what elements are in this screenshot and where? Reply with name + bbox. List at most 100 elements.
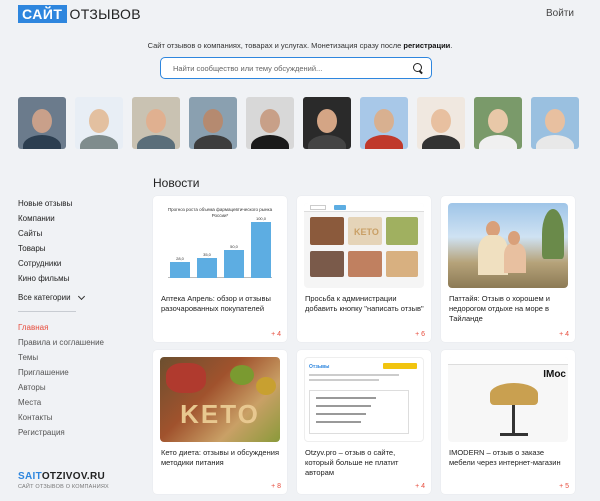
sidebar-item[interactable]: Места <box>18 395 128 410</box>
login-link[interactable]: Войти <box>546 8 574 19</box>
chart-bar <box>224 250 244 278</box>
chart-bar <box>251 222 271 278</box>
tagline-text: Сайт отзывов о компаниях, товарах и услу… <box>147 41 404 50</box>
avatar-strip <box>18 97 579 149</box>
thumb-keto-text: KETO <box>354 227 379 237</box>
avatar-body <box>422 135 460 149</box>
avatar-body <box>365 135 403 149</box>
logo-box: САЙТ <box>18 5 67 23</box>
news-card-count: + 4 <box>415 483 425 490</box>
avatar-body <box>137 135 175 149</box>
search-box[interactable] <box>160 57 432 79</box>
news-card-title[interactable]: IMODERN – отзыв о заказе мебели через ин… <box>449 448 569 468</box>
sidebar-divider <box>18 311 76 312</box>
news-card-title[interactable]: Кето диета: отзывы и обсуждения методики… <box>161 448 281 468</box>
sidebar-item[interactable]: Кино фильмы <box>18 271 128 286</box>
footer-logo[interactable]: SAITOTZIVOV.RU САЙТ ОТЗЫВОВ О КОМПАНИЯХ <box>18 471 109 490</box>
avatar-head <box>203 109 223 133</box>
avatar-body <box>251 135 289 149</box>
sidebar-item[interactable]: Компании <box>18 211 128 226</box>
news-card-count: + 6 <box>415 331 425 338</box>
news-card-request[interactable]: KETO Просьба к администрации добавить кн… <box>297 196 431 342</box>
avatar-head <box>89 109 109 133</box>
all-categories-toggle[interactable]: Все категории <box>18 290 128 305</box>
footer-logo-accent: SAIT <box>18 471 42 482</box>
news-thumb-chart: Прогноз роста объема фармацевтического р… <box>160 203 280 288</box>
sidebar-item[interactable]: Авторы <box>18 380 128 395</box>
chart-bar-label: 50,0 <box>230 244 238 249</box>
avatar[interactable] <box>417 97 465 149</box>
avatar-head <box>146 109 166 133</box>
avatar-body <box>308 135 346 149</box>
site-logo[interactable]: САЙТ ОТЗЫВОВ <box>18 5 141 23</box>
news-title: Новости <box>153 176 200 190</box>
news-card-otzyvpro[interactable]: Отзывы Otzyv.pro – отзыв о сайте, которы… <box>297 350 431 494</box>
news-card-title[interactable]: Паттайя: Отзыв о хорошем и недорогом отд… <box>449 294 569 324</box>
chart-bar-label: 35,0 <box>203 252 211 258</box>
avatar[interactable] <box>189 97 237 149</box>
sidebar-item[interactable]: Регистрация <box>18 425 128 440</box>
sidebar: Новые отзывы Компании Сайты Товары Сотрудник… <box>18 196 128 440</box>
thumb-toolbar <box>304 203 424 212</box>
news-thumb-screenshot: KETO <box>304 203 424 288</box>
avatar[interactable] <box>18 97 66 149</box>
thumb-imodern-brand: IMoc <box>543 369 566 380</box>
news-card-count: + 5 <box>559 483 569 490</box>
sidebar-item[interactable]: Сайты <box>18 226 128 241</box>
news-card-pattaya[interactable]: Паттайя: Отзыв о хорошем и недорогом отд… <box>441 196 575 342</box>
news-card-count: + 4 <box>271 331 281 338</box>
avatar[interactable] <box>531 97 579 149</box>
news-card-apteka[interactable]: Прогноз роста объема фармацевтического р… <box>153 196 287 342</box>
avatar[interactable] <box>132 97 180 149</box>
chevron-down-icon[interactable] <box>77 292 85 300</box>
avatar-body <box>536 135 574 149</box>
news-thumb-keto: KETO <box>160 357 280 442</box>
avatar-body <box>194 135 232 149</box>
sidebar-item[interactable]: Контакты <box>18 410 128 425</box>
search-input[interactable] <box>173 63 413 73</box>
all-categories-label[interactable]: Все категории <box>18 290 71 305</box>
news-card-title[interactable]: Otzyv.pro – отзыв о сайте, который больш… <box>305 448 425 478</box>
avatar[interactable] <box>474 97 522 149</box>
footer-logo-text: OTZIVOV.RU <box>41 471 106 482</box>
sidebar-item[interactable]: Приглашение <box>18 365 128 380</box>
sidebar-item[interactable]: Правила и соглашение <box>18 335 128 350</box>
chart-bar <box>170 262 190 278</box>
news-thumb-beach <box>448 203 568 288</box>
sidebar-item[interactable]: Темы <box>18 350 128 365</box>
news-card-title[interactable]: Аптека Апрель: обзор и отзывы разочарова… <box>161 294 281 314</box>
avatar[interactable] <box>360 97 408 149</box>
news-card-imodern[interactable]: IMoc IMODERN – отзыв о заказе мебели чер… <box>441 350 575 494</box>
sidebar-item[interactable]: Товары <box>18 241 128 256</box>
footer-logo-main: SAITOTZIVOV.RU <box>18 471 109 482</box>
sidebar-item[interactable]: Сотрудники <box>18 256 128 271</box>
keto-word: KETO <box>180 399 260 429</box>
news-card-keto[interactable]: KETO Кето диета: отзывы и обсуждения мет… <box>153 350 287 494</box>
avatar-body <box>479 135 517 149</box>
sidebar-item-home[interactable]: Главная <box>18 320 128 335</box>
news-card-count: + 4 <box>559 331 569 338</box>
search-icon[interactable] <box>413 63 423 73</box>
sidebar-item[interactable]: Новые отзывы <box>18 196 128 211</box>
thumb-otzyv-brand: Отзывы <box>309 364 330 370</box>
avatar[interactable] <box>75 97 123 149</box>
news-card-title[interactable]: Просьба к администрации добавить кнопку … <box>305 294 425 314</box>
news-thumb-otzyvpro: Отзывы <box>304 357 424 442</box>
avatar-head <box>374 109 394 133</box>
chart-bar-label: 100,0 <box>255 216 266 221</box>
avatar[interactable] <box>303 97 351 149</box>
news-card-count: + 8 <box>271 483 281 490</box>
avatar-body <box>23 135 61 149</box>
registration-link[interactable]: регистрации <box>403 41 450 50</box>
avatar-head <box>260 109 280 133</box>
avatar-head <box>32 109 52 133</box>
chart-bar <box>197 258 217 278</box>
avatar-head <box>317 109 337 133</box>
footer-logo-sub: САЙТ ОТЗЫВОВ О КОМПАНИЯХ <box>18 484 109 490</box>
avatar-body <box>80 135 118 149</box>
avatar-head <box>545 109 565 133</box>
avatar-head <box>431 109 451 133</box>
avatar-head <box>488 109 508 133</box>
avatar[interactable] <box>246 97 294 149</box>
chart-bar-label: 28,0 <box>176 256 184 262</box>
